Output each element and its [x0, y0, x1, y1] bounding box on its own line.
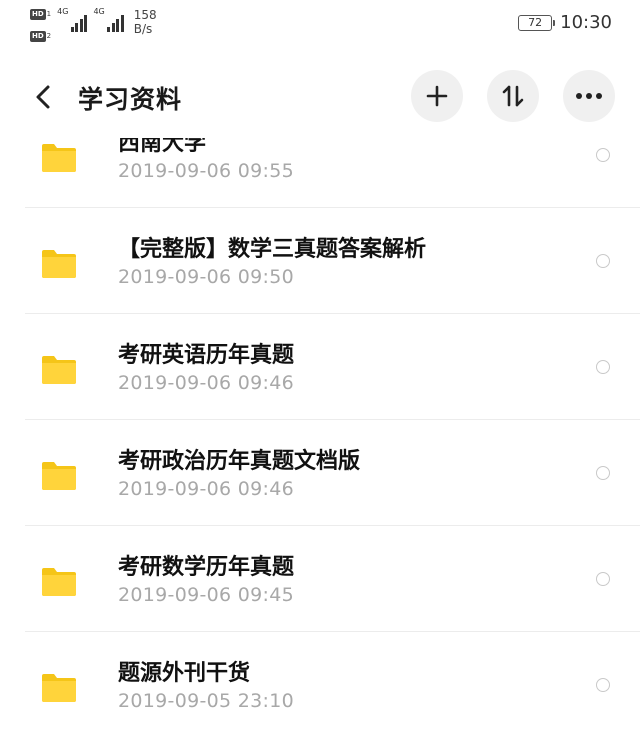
hd-label-2: HD [30, 30, 46, 42]
file-date: 2019-09-06 09:55 [118, 160, 295, 182]
signal-bar [116, 19, 120, 32]
file-date: 2019-09-06 09:45 [118, 584, 295, 606]
signal-bar [111, 23, 115, 32]
status-left: HD 1 HD 2 4G 4G 158 B/s [30, 8, 157, 42]
file-name: 考研英语历年真题 [118, 343, 295, 368]
signal-bar [75, 23, 79, 32]
network-speed-value: 158 [133, 8, 157, 22]
select-checkbox[interactable] [596, 254, 610, 268]
more-button[interactable] [563, 70, 615, 122]
file-row[interactable]: 考研数学历年真题 2019-09-06 09:45 [0, 526, 640, 632]
file-date: 2019-09-06 09:50 [118, 266, 295, 288]
signal-bar [79, 19, 83, 32]
plus-icon [426, 85, 448, 107]
folder-icon [40, 354, 78, 386]
file-row[interactable]: 考研英语历年真题 2019-09-06 09:46 [0, 314, 640, 420]
folder-icon [40, 460, 78, 492]
signal-icon-1: 4G [57, 7, 88, 32]
hd-num-2: 2 [46, 32, 52, 40]
file-name: 题源外刊干货 [118, 661, 251, 686]
folder-icon [40, 566, 78, 598]
sort-arrows-icon [502, 85, 524, 107]
select-checkbox[interactable] [596, 678, 610, 692]
signal-bar [70, 27, 74, 32]
screen: HD 1 HD 2 4G 4G 158 B/s 72 10:30 西南大学 20… [0, 0, 640, 735]
folder-icon [40, 142, 78, 174]
signal-label-1: 4G [57, 7, 69, 16]
signal-bar [107, 27, 111, 32]
network-speed-unit: B/s [133, 22, 153, 36]
hd-num-1: 1 [46, 10, 52, 18]
folder-icon [40, 672, 78, 704]
signal-label-2: 4G [93, 7, 105, 16]
add-button[interactable] [411, 70, 463, 122]
select-checkbox[interactable] [596, 360, 610, 374]
more-dots-icon [576, 93, 602, 99]
file-date: 2019-09-05 23:10 [118, 690, 295, 712]
hd-indicators: HD 1 HD 2 [30, 8, 51, 42]
file-name: 考研数学历年真题 [118, 555, 295, 580]
folder-icon [40, 248, 78, 280]
hd-label-1: HD [30, 8, 46, 20]
back-button[interactable] [28, 80, 58, 114]
signal-bar [84, 15, 88, 32]
file-date: 2019-09-06 09:46 [118, 478, 295, 500]
battery-level: 72 [528, 16, 543, 29]
select-checkbox[interactable] [596, 466, 610, 480]
clock: 10:30 [560, 12, 612, 33]
signal-bar [120, 15, 124, 32]
hd-badge-1: HD 1 [30, 8, 51, 20]
file-name: 考研政治历年真题文档版 [118, 449, 361, 474]
sort-button[interactable] [487, 70, 539, 122]
header: 学习资料 [0, 50, 640, 138]
file-row[interactable]: 题源外刊干货 2019-09-05 23:10 [0, 632, 640, 735]
network-speed: 158 B/s [134, 8, 157, 36]
file-date: 2019-09-06 09:46 [118, 372, 295, 394]
hd-badge-2: HD 2 [30, 30, 51, 42]
battery-icon: 72 [518, 14, 556, 31]
status-bar: HD 1 HD 2 4G 4G 158 B/s 72 10:30 [0, 0, 640, 50]
select-checkbox[interactable] [596, 572, 610, 586]
chevron-left-icon [36, 85, 50, 109]
signal-icon-2: 4G [93, 7, 124, 32]
file-name: 【完整版】数学三真题答案解析 [118, 237, 427, 262]
page-title: 学习资料 [78, 85, 183, 114]
select-checkbox[interactable] [596, 148, 610, 162]
file-row[interactable]: 考研政治历年真题文档版 2019-09-06 09:46 [0, 420, 640, 526]
status-right: 72 10:30 [518, 12, 612, 33]
file-row[interactable]: 【完整版】数学三真题答案解析 2019-09-06 09:50 [0, 208, 640, 314]
